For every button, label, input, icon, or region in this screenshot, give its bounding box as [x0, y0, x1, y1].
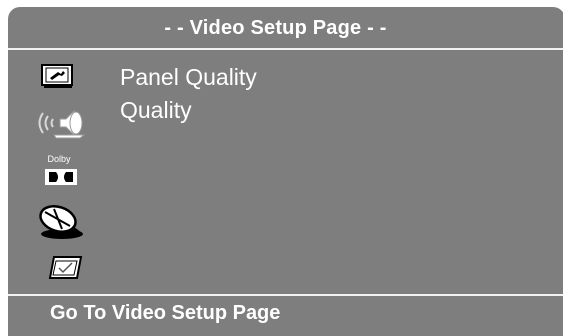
general-setup-icon[interactable]	[38, 62, 76, 90]
menu-item-panel-quality[interactable]: Panel Quality	[120, 64, 257, 91]
osd-setup-panel: - - Video Setup Page - - Dolby Panel Qua…	[8, 7, 563, 336]
header-divider	[8, 48, 563, 50]
speaker-setup-icon[interactable]	[34, 107, 86, 141]
menu-item-quality[interactable]: Quality	[120, 97, 192, 124]
dolby-digital-icon[interactable]: Dolby	[42, 154, 82, 194]
page-title: - - Video Setup Page - -	[164, 17, 387, 39]
status-text: Go To Video Setup Page	[50, 302, 281, 324]
preference-icon[interactable]	[48, 254, 84, 282]
dolby-label: Dolby	[47, 154, 71, 164]
video-setup-icon[interactable]	[36, 200, 86, 240]
footer-divider	[8, 294, 563, 296]
